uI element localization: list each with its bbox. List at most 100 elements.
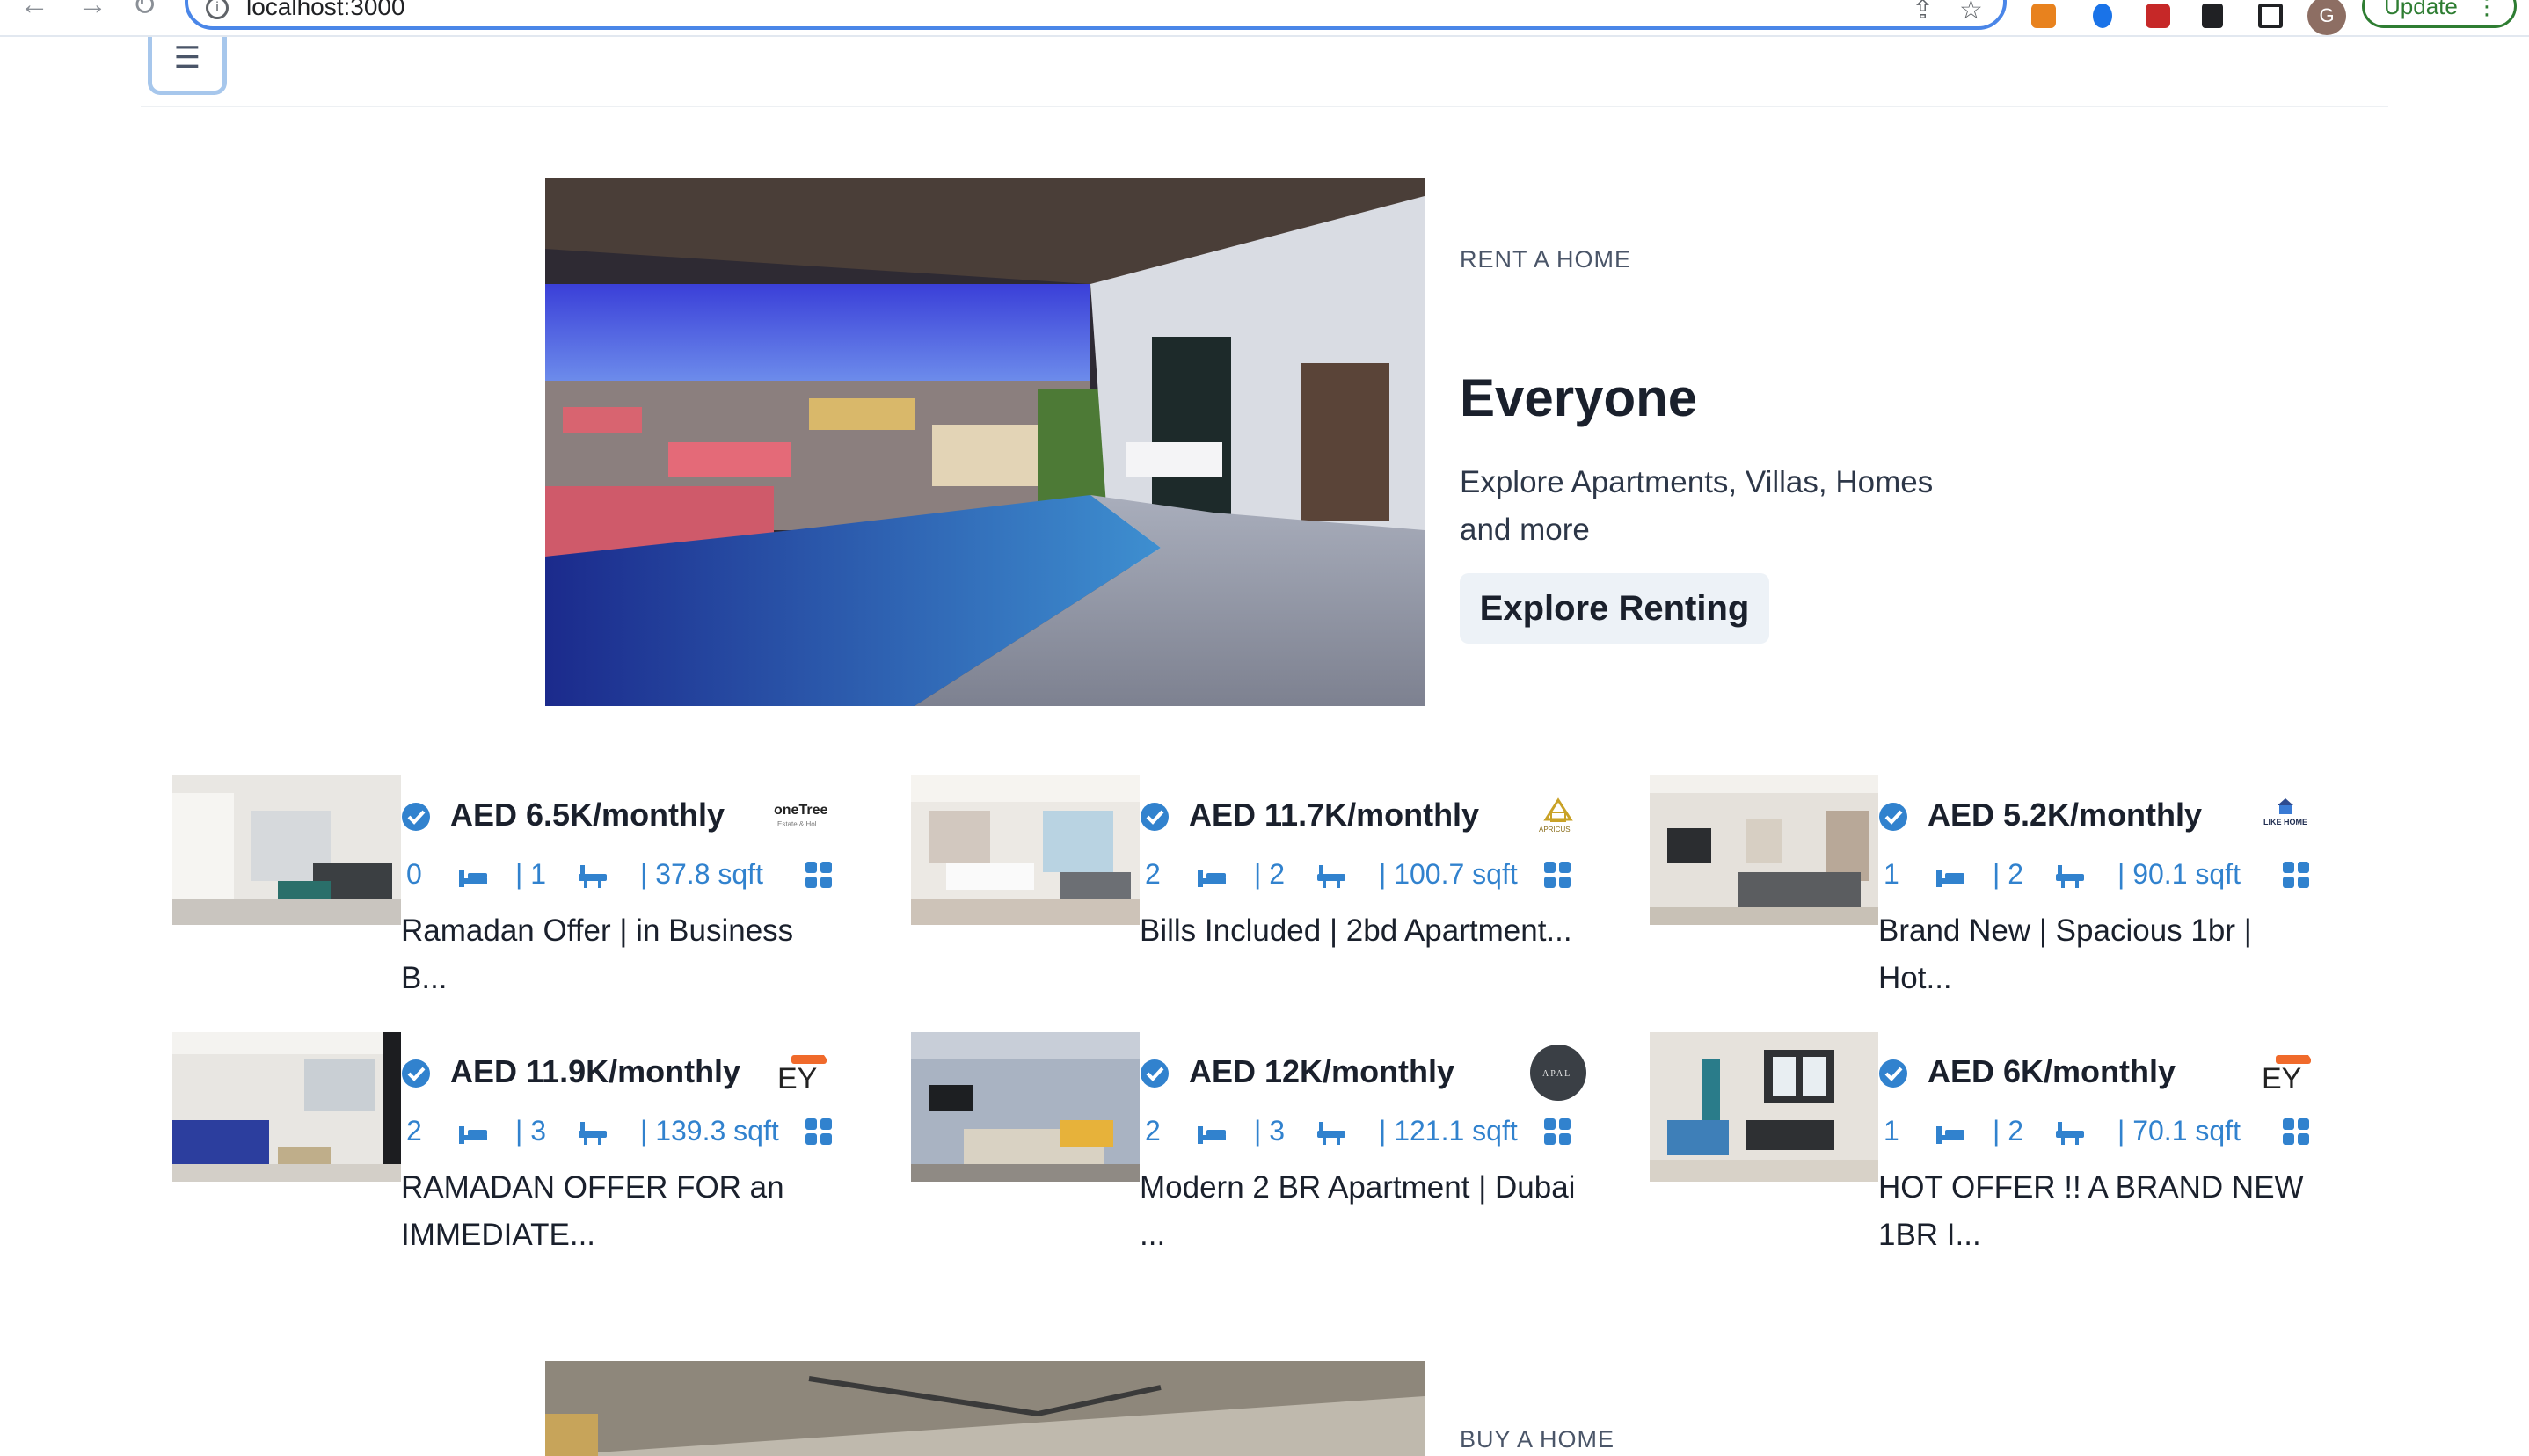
header-divider (141, 106, 2388, 107)
area-size: | 100.7 sqft (1379, 858, 1518, 890)
gallery-grid-icon[interactable] (1544, 862, 1571, 888)
agency-logo[interactable]: APRICUS (1530, 788, 1586, 844)
bed-icon (1196, 863, 1228, 896)
bed-icon (1935, 1120, 1966, 1153)
svg-text:LIKE HOME: LIKE HOME (2263, 818, 2307, 826)
buy-hero-eyebrow: BUY A HOME (1460, 1426, 1615, 1452)
area-size: | 37.8 sqft (640, 858, 763, 890)
gallery-grid-icon[interactable] (805, 862, 832, 888)
more-menu-icon[interactable]: ⋮ (2475, 0, 2498, 25)
extensions-puzzle-icon[interactable] (2202, 4, 2223, 28)
share-icon[interactable]: ⇪ (1912, 0, 1934, 25)
svg-text:APAL: APAL (1542, 1069, 1571, 1079)
listing-price: AED 6K/monthly (1928, 1053, 2176, 1089)
area-size: | 70.1 sqft (2117, 1115, 2241, 1147)
listing-title[interactable]: Bills Included | 2bd Apartment... (1140, 907, 1579, 955)
beds-count: 2 (1145, 858, 1161, 890)
listing-title[interactable]: Brand New | Spacious 1br | Hot... (1878, 907, 2318, 1002)
browser-toolbar: ← → ↻ i localhost:3000 ⇪ ☆ G Update ⋮ (0, 0, 2529, 37)
agency-logo[interactable]: LIKE HOME (2258, 788, 2314, 844)
listing-title[interactable]: Modern 2 BR Apartment | Dubai ... (1140, 1164, 1579, 1259)
menu-button[interactable]: ☰ (148, 37, 227, 95)
reload-icon[interactable]: ↻ (132, 0, 157, 23)
explore-renting-button[interactable]: Explore Renting (1460, 573, 1769, 644)
area-size: | 90.1 sqft (2117, 858, 2241, 890)
update-label: Update (2384, 0, 2458, 19)
beds-count: 0 (406, 858, 422, 890)
listing-photo[interactable] (172, 1032, 401, 1182)
url-text[interactable]: localhost:3000 (246, 0, 405, 21)
gallery-grid-icon[interactable] (1544, 1118, 1571, 1145)
gallery-grid-icon[interactable] (805, 1118, 832, 1145)
baths-count: | 2 (1254, 858, 1285, 890)
bath-icon (577, 1120, 609, 1154)
baths-count: | 1 (515, 858, 546, 890)
hero-eyebrow: RENT A HOME (1460, 246, 1632, 273)
listing-card[interactable]: AED 6.5K/monthly oneTree Estate & Hol 0 |… (172, 775, 893, 1013)
bed-icon (457, 863, 489, 896)
gallery-grid-icon[interactable] (2283, 862, 2309, 888)
bath-icon (577, 863, 609, 897)
bath-icon (1316, 863, 1347, 897)
listing-price: AED 12K/monthly (1189, 1053, 1455, 1089)
agency-logo[interactable]: EY (774, 1045, 830, 1101)
bath-icon (2054, 863, 2086, 897)
listing-card[interactable]: AED 6K/monthly EY 1 | 2 | 70.1 sqft HOT … (1650, 1032, 2371, 1270)
beds-count: 1 (1884, 858, 1899, 890)
bookmark-star-icon[interactable]: ☆ (1959, 0, 1983, 25)
side-panel-icon[interactable] (2258, 4, 2283, 28)
bath-icon (2054, 1120, 2086, 1154)
listing-title[interactable]: RAMADAN OFFER FOR an IMMEDIATE... (401, 1164, 841, 1259)
extension-shield-icon[interactable] (2093, 4, 2112, 28)
listing-photo[interactable] (1650, 775, 1878, 925)
gallery-grid-icon[interactable] (2283, 1118, 2309, 1145)
listing-card[interactable]: AED 11.9K/monthly EY 2 | 3 | 139.3 sqft … (172, 1032, 893, 1270)
bed-icon (1196, 1120, 1228, 1153)
beds-count: 2 (406, 1115, 422, 1147)
listing-photo[interactable] (911, 1032, 1140, 1182)
listing-price: AED 11.7K/monthly (1189, 797, 1480, 833)
verified-badge-icon (1141, 1059, 1169, 1088)
profile-avatar[interactable]: G (2307, 0, 2346, 35)
listing-price: AED 11.9K/monthly (450, 1053, 741, 1089)
agency-logo[interactable]: APAL (1530, 1045, 1586, 1101)
area-size: | 121.1 sqft (1379, 1115, 1518, 1147)
verified-badge-icon (1879, 803, 1907, 831)
beds-count: 2 (1145, 1115, 1161, 1147)
extension-red-icon[interactable] (2146, 4, 2170, 28)
update-button[interactable]: Update ⋮ (2362, 0, 2517, 28)
listing-photo[interactable] (1650, 1032, 1878, 1182)
svg-text:APRICUS: APRICUS (1539, 826, 1571, 834)
hero-title: Everyone (1460, 368, 1698, 427)
listing-photo[interactable] (911, 775, 1140, 925)
baths-count: | 2 (1993, 1115, 2023, 1147)
verified-badge-icon (402, 803, 430, 831)
svg-text:oneTree: oneTree (774, 803, 827, 818)
back-icon[interactable]: ← (19, 0, 49, 22)
forward-icon[interactable]: → (77, 0, 107, 22)
hero-image (545, 178, 1425, 706)
listing-card[interactable]: AED 12K/monthly APAL 2 | 3 | 121.1 sqft … (911, 1032, 1632, 1270)
svg-text:Estate & Hol: Estate & Hol (777, 820, 817, 828)
address-bar[interactable]: i localhost:3000 ⇪ ☆ (185, 0, 2007, 30)
listing-price: AED 5.2K/monthly (1928, 797, 2203, 833)
bed-icon (1935, 863, 1966, 896)
listing-card[interactable]: AED 5.2K/monthly LIKE HOME 1 | 2 | 90.1 … (1650, 775, 2371, 1013)
baths-count: | 3 (515, 1115, 546, 1147)
verified-badge-icon (1879, 1059, 1907, 1088)
site-info-icon[interactable]: i (206, 0, 229, 19)
metamask-extension-icon[interactable] (2031, 4, 2056, 28)
svg-text:EY: EY (2262, 1062, 2301, 1096)
beds-count: 1 (1884, 1115, 1899, 1147)
hero-description: Explore Apartments, Villas, Homes and mo… (1460, 465, 1934, 547)
listing-title[interactable]: HOT OFFER !! A BRAND NEW 1BR I... (1878, 1164, 2318, 1259)
buy-hero-image (545, 1361, 1425, 1456)
agency-logo[interactable]: oneTree Estate & Hol (774, 788, 830, 844)
svg-text:EY: EY (777, 1062, 817, 1096)
listing-card[interactable]: AED 11.7K/monthly APRICUS 2 | 2 | 100.7 … (911, 775, 1632, 1013)
listing-photo[interactable] (172, 775, 401, 925)
agency-logo[interactable]: EY (2258, 1045, 2314, 1101)
verified-badge-icon (402, 1059, 430, 1088)
listing-title[interactable]: Ramadan Offer | in Business B... (401, 907, 841, 1002)
baths-count: | 3 (1254, 1115, 1285, 1147)
